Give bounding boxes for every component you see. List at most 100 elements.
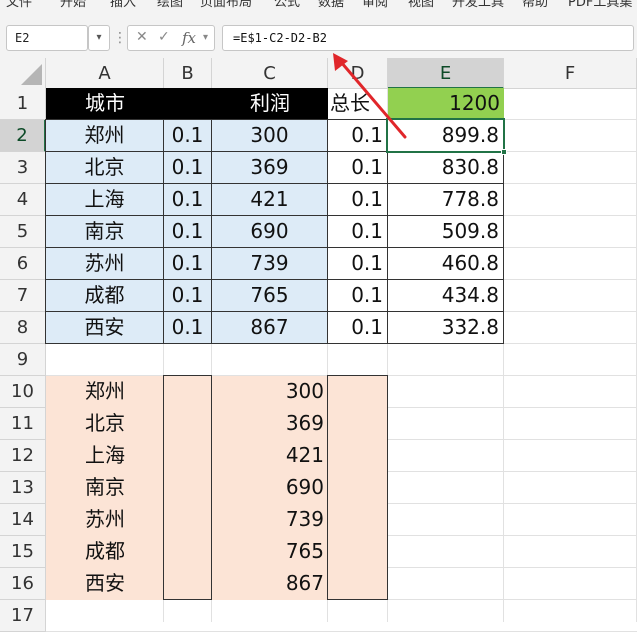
cell-a5[interactable]: 南京 (45, 215, 164, 248)
ribbon-tab[interactable]: 视图 (408, 0, 434, 10)
row-header-3[interactable]: 3 (0, 152, 46, 184)
cell-c14[interactable]: 739 (212, 504, 328, 536)
column-header-f[interactable]: F (504, 58, 637, 89)
cell-a6[interactable]: 苏州 (45, 247, 164, 280)
column-header-d[interactable]: D (328, 58, 388, 89)
row-header-10[interactable]: 10 (0, 376, 46, 408)
confirm-icon[interactable]: ✓ (158, 29, 170, 45)
chevron-down-icon[interactable]: ▾ (88, 25, 110, 51)
ribbon-tab[interactable]: 公式 (274, 0, 300, 10)
more-vertical-icon[interactable]: ⋮ (113, 28, 127, 48)
fill-handle[interactable] (501, 149, 507, 155)
cell-e5[interactable]: 509.8 (387, 215, 504, 248)
cell-a13[interactable]: 南京 (46, 472, 164, 504)
cell-a15[interactable]: 成都 (46, 536, 164, 568)
cell-c7[interactable]: 765 (211, 279, 328, 312)
cell-b4[interactable]: 0.1 (163, 183, 212, 216)
cell-c6[interactable]: 739 (211, 247, 328, 280)
cell-b8[interactable]: 0.1 (163, 311, 212, 344)
cell-a11[interactable]: 北京 (46, 408, 164, 440)
ribbon-tab[interactable]: 插入 (110, 0, 136, 10)
ribbon-tab[interactable]: 文件 (6, 0, 32, 10)
ribbon-tab[interactable]: 绘图 (157, 0, 183, 10)
name-box[interactable]: E2 (6, 25, 88, 51)
cell-a3[interactable]: 北京 (45, 151, 164, 184)
row-header-1[interactable]: 1 (0, 88, 46, 120)
cell-a4[interactable]: 上海 (45, 183, 164, 216)
column-header-c[interactable]: C (212, 58, 328, 89)
row-header-8[interactable]: 8 (0, 312, 46, 344)
row-header-6[interactable]: 6 (0, 248, 46, 280)
cell-b3[interactable]: 0.1 (163, 151, 212, 184)
chevron-down-icon[interactable]: ▾ (203, 32, 208, 43)
cell-c11[interactable]: 369 (212, 408, 328, 440)
cell-e3[interactable]: 830.8 (387, 151, 504, 184)
cell-a7[interactable]: 成都 (45, 279, 164, 312)
cell-c3[interactable]: 369 (211, 151, 328, 184)
cell-b5[interactable]: 0.1 (163, 215, 212, 248)
cell-b6[interactable]: 0.1 (163, 247, 212, 280)
cell-d7[interactable]: 0.1 (327, 279, 388, 312)
cell-b7[interactable]: 0.1 (163, 279, 212, 312)
ribbon-tab[interactable]: 审阅 (362, 0, 388, 10)
ribbon-tab[interactable]: 页面布局 (200, 0, 252, 10)
select-all-button[interactable] (0, 58, 46, 89)
cell-a16[interactable]: 西安 (46, 568, 164, 600)
cell-c10[interactable]: 300 (212, 376, 328, 408)
cell-d4[interactable]: 0.1 (327, 183, 388, 216)
row-header-16[interactable]: 16 (0, 568, 46, 600)
ribbon-tab[interactable]: 帮助 (522, 0, 548, 10)
formula-input[interactable]: =E$1-C2-D2-B2 (222, 25, 634, 51)
row-header-5[interactable]: 5 (0, 216, 46, 248)
row-header-7[interactable]: 7 (0, 280, 46, 312)
insert-function-icon[interactable]: fx (182, 29, 196, 47)
row-header-12[interactable]: 12 (0, 440, 46, 472)
cell-e6[interactable]: 460.8 (387, 247, 504, 280)
row-header-13[interactable]: 13 (0, 472, 46, 504)
cell-d1[interactable]: 总长 (328, 88, 388, 120)
cell-a1[interactable]: 城市 (46, 88, 164, 120)
cell-d2[interactable]: 0.1 (327, 119, 388, 152)
cell-e7[interactable]: 434.8 (387, 279, 504, 312)
cell-c16[interactable]: 867 (212, 568, 328, 600)
row-header-15[interactable]: 15 (0, 536, 46, 568)
cell-e1[interactable]: 1200 (388, 88, 504, 120)
cell-e8[interactable]: 332.8 (387, 311, 504, 344)
cell-c4[interactable]: 421 (211, 183, 328, 216)
row-header-11[interactable]: 11 (0, 408, 46, 440)
ribbon-tab[interactable]: 数据 (318, 0, 344, 10)
ribbon-tab[interactable]: 开始 (60, 0, 86, 10)
cell-b2[interactable]: 0.1 (163, 119, 212, 152)
active-cell-selection[interactable] (386, 118, 505, 153)
cell-a12[interactable]: 上海 (46, 440, 164, 472)
ribbon-tab[interactable]: 开发工具 (452, 0, 504, 10)
cell-c15[interactable]: 765 (212, 536, 328, 568)
cell-c5[interactable]: 690 (211, 215, 328, 248)
cell-a2[interactable]: 郑州 (45, 119, 164, 152)
cell-a10[interactable]: 郑州 (46, 376, 164, 408)
row-header-4[interactable]: 4 (0, 184, 46, 216)
cell-d3[interactable]: 0.1 (327, 151, 388, 184)
cell-a14[interactable]: 苏州 (46, 504, 164, 536)
row-header-17[interactable]: 17 (0, 600, 46, 632)
cell-d5[interactable]: 0.1 (327, 215, 388, 248)
column-header-a[interactable]: A (46, 58, 164, 89)
column-header-e[interactable]: E (388, 58, 504, 89)
cell-c13[interactable]: 690 (212, 472, 328, 504)
cell-d6[interactable]: 0.1 (327, 247, 388, 280)
cell-e4[interactable]: 778.8 (387, 183, 504, 216)
cell-c1[interactable]: 利润 (212, 88, 328, 120)
cell-c8[interactable]: 867 (211, 311, 328, 344)
row-header-9[interactable]: 9 (0, 344, 46, 376)
select-all-icon (21, 64, 42, 85)
ribbon-tab[interactable]: PDF工具集 (568, 0, 632, 10)
cancel-icon[interactable]: ✕ (136, 29, 148, 45)
cell-b1[interactable] (164, 88, 212, 120)
row-header-14[interactable]: 14 (0, 504, 46, 536)
column-header-b[interactable]: B (164, 58, 212, 89)
cell-a8[interactable]: 西安 (45, 311, 164, 344)
row-header-2[interactable]: 2 (0, 120, 46, 152)
cell-c2[interactable]: 300 (211, 119, 328, 152)
cell-c12[interactable]: 421 (212, 440, 328, 472)
cell-d8[interactable]: 0.1 (327, 311, 388, 344)
